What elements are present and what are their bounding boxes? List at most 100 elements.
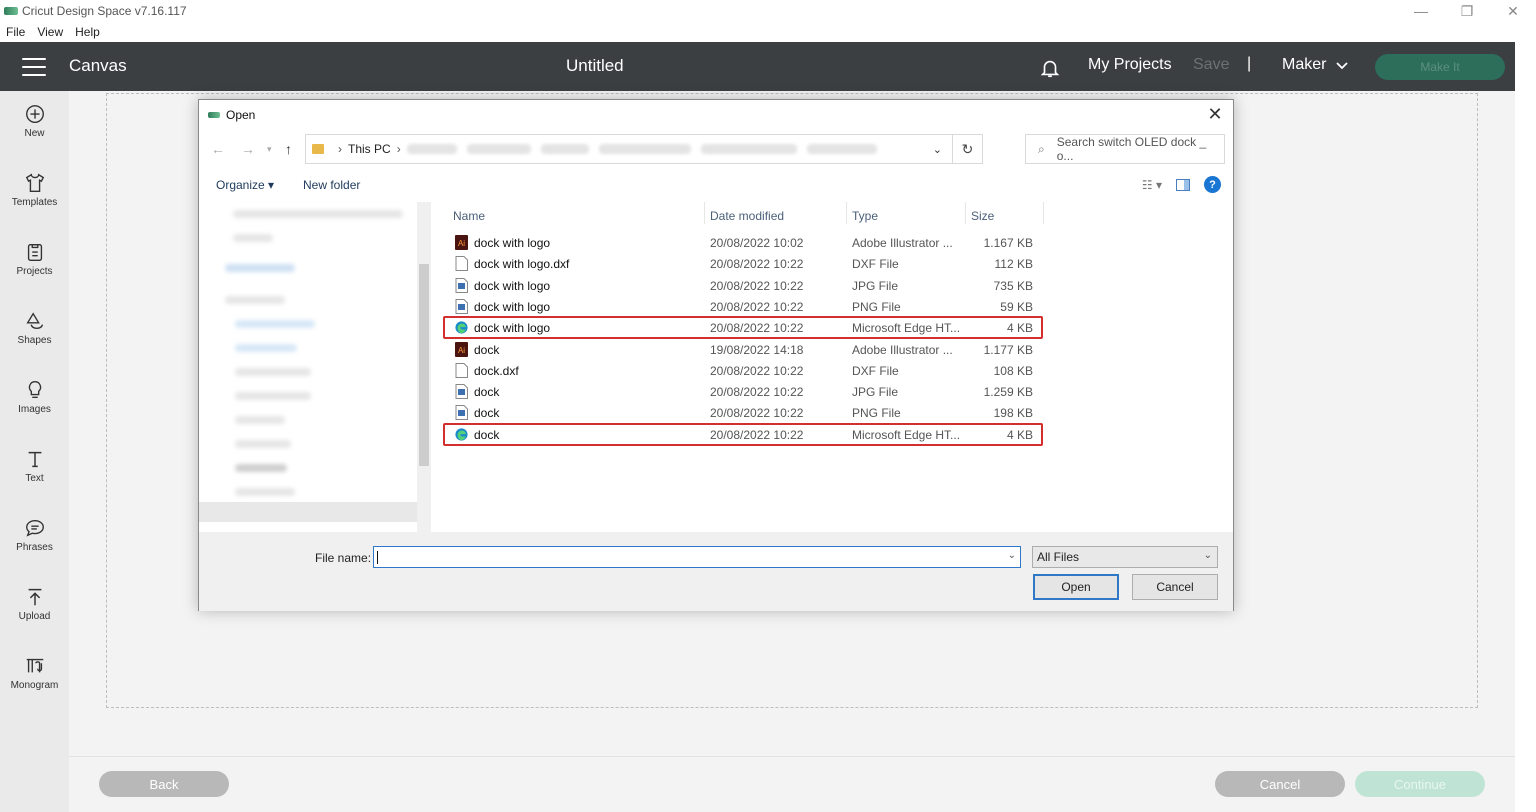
text-caret [377,551,378,564]
up-arrow-icon[interactable]: ↑ [285,141,292,157]
file-row[interactable]: dock 20/08/2022 10:22 Microsoft Edge HT...… [449,424,1041,445]
file-row[interactable]: dock with logo 20/08/2022 10:22 PNG File 59… [449,296,1041,317]
continue-button[interactable]: Continue [1355,771,1485,797]
recent-chevron-icon[interactable]: ▾ [267,144,272,155]
open-button[interactable]: Open [1033,574,1119,600]
file-name-label: File name: [315,551,372,565]
window-title: Cricut Design Space v7.16.117 [22,4,187,18]
address-bar[interactable]: › This PC › ⌄ ↻ [305,134,983,164]
refresh-icon[interactable]: ↻ [952,135,982,163]
file-name: dock [474,385,500,400]
menu-view[interactable]: View [31,25,69,39]
menu-file[interactable]: File [0,25,31,39]
make-it-button[interactable]: Make It [1375,54,1505,80]
file-row[interactable]: Ai dock 19/08/2022 14:18 Adobe Illustrator … [449,339,1041,360]
chevron-down-icon[interactable]: ⌄ [933,143,942,156]
nav-item-blurred[interactable] [235,488,295,496]
search-field[interactable]: ⌕ Search switch OLED dock _ o... [1025,134,1225,164]
breadcrumb-root[interactable]: This PC [348,142,391,156]
back-button[interactable]: Back [99,771,229,797]
nav-item-blurred[interactable] [225,264,295,272]
column-type[interactable]: Type [852,209,878,223]
file-date: 20/08/2022 10:22 [710,385,804,400]
sidebar-item-templates[interactable]: Templates [0,172,69,232]
column-size[interactable]: Size [971,209,994,223]
sidebar-item-text[interactable]: Text [0,448,69,508]
menu-help[interactable]: Help [69,25,106,39]
view-options-icon[interactable]: ☷ ▾ [1142,178,1162,192]
nav-item-blurred[interactable] [233,210,403,218]
hamburger-menu-icon[interactable] [22,58,46,76]
organize-label: Organize [216,178,265,192]
file-row[interactable]: dock with logo.dxf 20/08/2022 10:22 DXF Fi… [449,253,1041,274]
section-title: Canvas [69,56,127,75]
open-file-dialog: Open ✕ ← → ▾ ↑ › This PC › ⌄ ↻ ⌕ Search … [198,99,1234,611]
machine-selector[interactable]: Maker [1282,56,1326,74]
nav-item-blurred[interactable] [235,416,285,424]
window-scrollbar[interactable] [1515,42,1536,812]
my-projects-link[interactable]: My Projects [1088,56,1172,74]
file-type: Adobe Illustrator ... [852,342,953,357]
sidebar-item-label: Phrases [16,542,53,553]
file-row[interactable]: dock with logo 20/08/2022 10:22 Microsoft … [449,317,1041,338]
nav-item-blurred[interactable] [235,464,287,472]
forward-arrow-icon[interactable]: → [241,141,255,157]
minimize-icon[interactable]: — [1398,0,1444,22]
file-row[interactable]: dock.dxf 20/08/2022 10:22 DXF File 108 KB [449,360,1041,381]
nav-item-blurred[interactable] [235,344,297,352]
file-size: 112 KB [994,257,1033,272]
navigation-pane[interactable] [199,202,431,532]
file-row[interactable]: dock 20/08/2022 10:22 JPG File 1.259 KB [449,381,1041,402]
close-icon[interactable]: ✕ [1205,104,1225,124]
organize-menu[interactable]: Organize ▾ [216,178,274,192]
file-type-select[interactable]: All Files ⌄ [1032,546,1218,568]
chevron-down-icon[interactable] [1336,62,1348,70]
os-title-bar: Cricut Design Space v7.16.117 — ❐ ✕ [0,0,1536,22]
nav-item-blurred[interactable] [233,234,273,242]
file-row[interactable]: dock 20/08/2022 10:22 PNG File 198 KB [449,402,1041,423]
nav-item-blurred[interactable] [235,440,291,448]
back-arrow-icon[interactable]: ← [211,141,225,157]
bell-icon[interactable] [1039,56,1061,80]
sidebar-item-projects[interactable]: Projects [0,241,69,301]
new-folder-button[interactable]: New folder [303,178,360,192]
nav-item-selected[interactable] [199,502,417,522]
sidebar-item-upload[interactable]: Upload [0,586,69,646]
restore-icon[interactable]: ❐ [1444,0,1490,22]
sidebar-item-new[interactable]: New [0,103,69,163]
nav-item-blurred[interactable] [225,296,285,304]
image-file-icon [455,298,468,314]
breadcrumb-chevron-icon: › [338,142,342,156]
help-icon[interactable]: ? [1204,176,1221,193]
file-name-input[interactable]: ⌄ [373,546,1021,568]
nav-item-blurred[interactable] [235,392,311,400]
sidebar-item-images[interactable]: Images [0,379,69,439]
file-type-value: All Files [1037,550,1080,564]
column-name[interactable]: Name [453,209,485,223]
nav-item-blurred[interactable] [235,320,315,328]
blank-file-icon [455,362,468,378]
file-name: dock [474,406,500,421]
scrollbar-thumb[interactable] [419,264,429,466]
preview-pane-icon[interactable] [1176,178,1190,191]
chevron-down-icon[interactable]: ⌄ [1008,550,1016,561]
menu-bar: File View Help [0,22,1536,42]
dialog-cancel-button[interactable]: Cancel [1132,574,1218,600]
nav-pane-scrollbar[interactable] [417,202,431,532]
save-button[interactable]: Save [1193,56,1229,74]
file-row[interactable]: dock with logo 20/08/2022 10:22 JPG File 73… [449,275,1041,296]
sidebar-item-monogram[interactable]: Monogram [0,655,69,715]
folder-icon [312,144,324,154]
cancel-button[interactable]: Cancel [1215,771,1345,797]
breadcrumb-blurred [540,144,589,154]
sidebar-item-shapes[interactable]: Shapes [0,310,69,370]
nav-item-blurred[interactable] [235,368,311,376]
upload-icon [28,588,41,606]
column-date-modified[interactable]: Date modified [710,209,784,223]
svg-text:Ai: Ai [458,346,465,355]
sidebar-item-phrases[interactable]: Phrases [0,517,69,577]
file-name: dock with logo [474,299,551,314]
close-window-icon[interactable]: ✕ [1490,0,1536,22]
file-row[interactable]: Ai dock with logo 20/08/2022 10:02 Adobe Il… [449,232,1041,253]
file-name: dock with logo.dxf [474,257,570,272]
